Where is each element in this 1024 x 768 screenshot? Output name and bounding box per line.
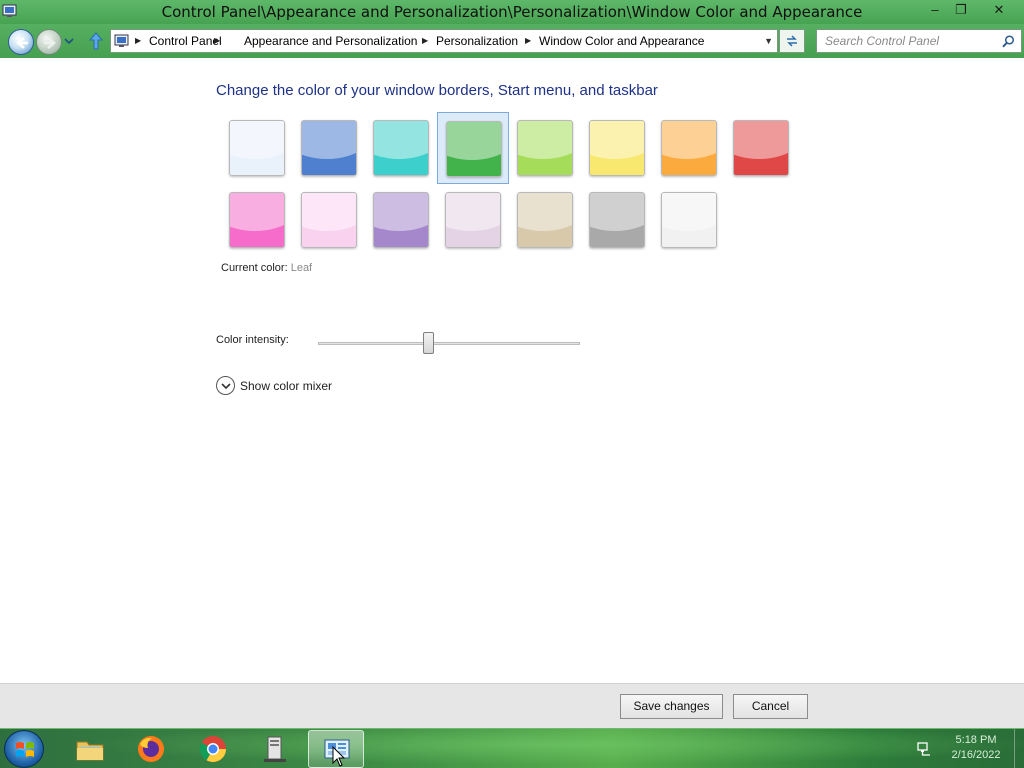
forward-arrow-icon [44,37,56,49]
show-color-mixer-toggle[interactable]: Show color mixer [216,376,332,395]
color-swatch-fuchsia[interactable] [293,184,365,256]
color-swatch-fill[interactable] [661,192,717,248]
restore-button[interactable]: ❐ [946,0,976,21]
show-desktop-button[interactable] [1014,729,1024,768]
show-color-mixer-label[interactable]: Show color mixer [240,379,332,393]
current-color-label: Current color: [221,262,288,274]
window-title: Control Panel\Appearance and Personaliza… [161,3,863,21]
breadcrumb-separator-icon[interactable]: ▶ [135,36,141,45]
cancel-button[interactable]: Cancel [733,694,808,719]
color-swatch-lavender[interactable] [437,184,509,256]
current-color-text: Current color: Leaf [221,262,312,274]
color-swatch-taupe[interactable] [509,184,581,256]
color-swatch-violet[interactable] [365,184,437,256]
color-swatch-rose[interactable] [221,184,293,256]
control-panel-icon [114,34,129,47]
network-icon[interactable] [916,741,932,757]
color-swatch-fill[interactable] [733,120,789,176]
system-clock[interactable]: 5:18 PM 2/16/2022 [944,733,1008,763]
search-box[interactable]: Search Control Panel [816,29,1022,53]
taskbar-chrome[interactable] [185,730,241,768]
windows-logo-icon [16,742,34,757]
current-color-value: Leaf [290,262,313,274]
color-swatch-leaf[interactable] [437,112,509,184]
taskbar-server-manager[interactable] [246,730,302,768]
color-swatch-fill[interactable] [445,192,501,248]
color-swatch-chocolate[interactable] [581,184,653,256]
taskbar-file-explorer[interactable] [62,730,118,768]
title-bar[interactable]: Control Panel\Appearance and Personaliza… [0,0,1024,24]
action-footer: Save changes Cancel [0,683,1024,728]
color-swatch-fill[interactable] [373,120,429,176]
color-swatch-fill[interactable] [301,120,357,176]
breadcrumb-window-color-appearance[interactable]: Window Color and Appearance [539,34,704,48]
breadcrumb-appearance-personalization[interactable]: Appearance and Personalization [244,34,417,48]
navigation-bar: ▶ Control Panel ▶ Appearance and Persona… [0,24,1024,58]
taskbar: 5:18 PM 2/16/2022 [0,728,1024,768]
back-arrow-icon [16,37,28,49]
address-history-dropdown-icon[interactable]: ▼ [764,36,773,46]
firefox-icon [138,736,164,762]
back-button[interactable] [8,29,34,55]
breadcrumb-separator-icon[interactable]: ▶ [422,36,428,45]
refresh-icon [787,35,797,47]
recent-pages-chevron-icon[interactable] [64,36,74,46]
folder-icon [76,741,104,761]
color-swatch-lime[interactable] [509,112,581,184]
color-swatch-fill[interactable] [229,120,285,176]
color-swatch-fill[interactable] [301,192,357,248]
search-placeholder[interactable]: Search Control Panel [825,34,939,48]
chrome-icon [199,736,227,763]
color-swatch-fill[interactable] [229,192,285,248]
color-swatch-blush[interactable] [725,112,797,184]
page-heading: Change the color of your window borders,… [216,82,658,99]
color-swatch-fill[interactable] [589,120,645,176]
color-swatch-sea[interactable] [365,112,437,184]
color-swatch-frost[interactable] [653,184,725,256]
server-manager-icon [264,736,286,762]
start-button[interactable] [4,730,44,768]
save-changes-button[interactable]: Save changes [620,694,723,719]
clock-date: 2/16/2022 [951,749,1001,761]
search-icon[interactable] [1002,35,1015,48]
color-intensity-slider-thumb[interactable] [422,332,434,354]
breadcrumb-control-panel[interactable]: Control Panel [149,34,222,48]
color-swatch-sky[interactable] [221,112,293,184]
forward-button[interactable] [36,29,62,55]
color-intensity-slider-track[interactable] [318,342,580,345]
color-swatch-fill[interactable] [661,120,717,176]
address-bar[interactable]: ▶ Control Panel ▶ Appearance and Persona… [110,29,778,53]
color-swatch-fill[interactable] [446,121,502,177]
color-swatch-fill[interactable] [517,192,573,248]
close-button[interactable]: ✕ [983,0,1015,21]
mouse-pointer-icon [332,746,346,767]
color-swatch-fill[interactable] [373,192,429,248]
main-content: Change the color of your window borders,… [0,58,1024,683]
color-intensity-label: Color intensity: [216,334,289,346]
taskbar-firefox[interactable] [123,730,179,768]
color-swatch-pumpkin[interactable] [653,112,725,184]
refresh-button[interactable] [779,29,805,53]
breadcrumb-separator-icon[interactable]: ▶ [214,36,220,45]
expand-chevron-icon[interactable] [216,376,235,395]
breadcrumb-personalization[interactable]: Personalization [436,34,518,48]
color-swatch-sun[interactable] [581,112,653,184]
color-swatch-twilight[interactable] [293,112,365,184]
clock-time: 5:18 PM [955,734,997,746]
up-arrow-icon[interactable] [88,32,104,50]
breadcrumb-separator-icon[interactable]: ▶ [525,36,531,45]
color-swatch-fill[interactable] [517,120,573,176]
color-swatch-fill[interactable] [589,192,645,248]
